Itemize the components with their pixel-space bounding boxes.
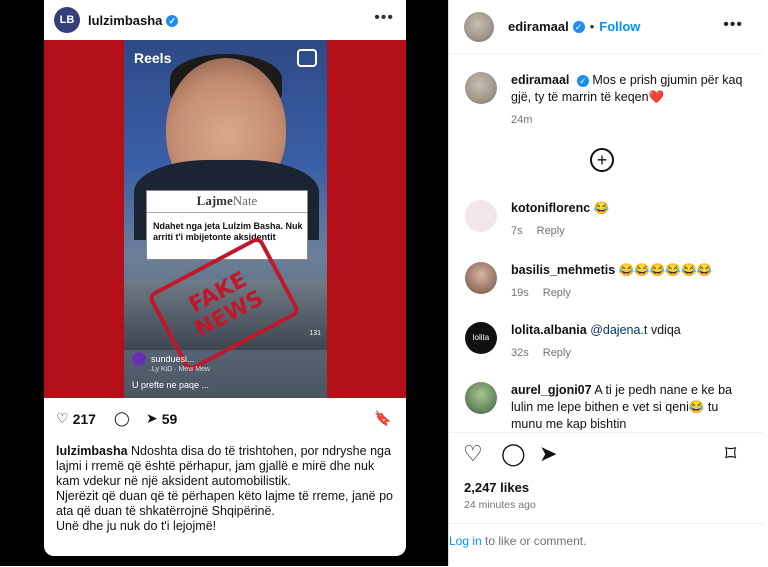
embedded-username: lulzimbasha ✓ [88,13,179,28]
reel-username: sunduesi... [151,354,195,364]
reply-button[interactable]: Reply [537,225,565,237]
comment-username[interactable]: ediramaal [511,73,569,87]
avatar[interactable]: lolita [465,322,497,354]
verified-icon: ✓ [166,15,179,28]
list-item: lolita lolita.albania @dajena.t vdiqa 32… [465,322,755,362]
caption-comment: ediramaal ✓ Mos e prish gjumin për kaq g… [465,72,755,129]
avatar[interactable] [464,11,494,42]
login-link[interactable]: Log in [449,534,482,548]
post-header: ediramaal ✓ • Follow ••• [449,0,763,54]
comment-username[interactable]: aurel_gjoni07 [511,383,592,397]
bookmark-icon: 🔖 [374,410,392,426]
comment-time: 7s [511,225,523,237]
reel-user-row: sunduesi... [132,352,195,366]
reel-caption: U prefte ne paqe ... [132,380,210,390]
heart-icon[interactable]: ♡ [463,441,483,467]
login-prompt-text: to like or comment. [485,534,587,548]
follow-button[interactable]: Follow [599,19,640,34]
embedded-actions: ♡ 217 ◯ ➤ 59 🔖 [44,404,406,436]
bookmark-icon[interactable]: ⌑ [725,441,736,467]
heart-icon: ♡ 217 [56,410,96,427]
post-actions: ♡ ◯ ➤ ⌑ [449,432,763,477]
embedded-post-card: LB lulzimbasha ✓ ••• Reels LajmeNate Ndah… [44,0,406,556]
comment-username[interactable]: kotoniflorenc [511,201,590,215]
avatar: LB [54,7,80,33]
share-icon[interactable]: ➤ [539,441,557,467]
avatar[interactable] [465,200,497,232]
comment-username[interactable]: basilis_mehmetis [511,263,615,277]
avatar[interactable] [465,72,497,104]
post-timestamp: 24 minutes ago [464,499,536,511]
news-headline: Ndahet nga jeta Lulzim Basha. Nuk arriti… [153,221,303,242]
verified-icon: ✓ [576,74,589,87]
reel-counter: 131 [309,330,321,337]
verified-icon: ✓ [572,20,585,33]
comments-panel: ediramaal ✓ • Follow ••• ediramaal ✓ Mos… [448,0,763,566]
reel-screenshot: Reels LajmeNate Ndahet nga jeta Lulzim B… [124,40,327,398]
avatar[interactable] [465,382,497,414]
embedded-post-header: LB lulzimbasha ✓ ••• [44,0,406,40]
comment-mention[interactable]: @dajena.t [590,323,647,337]
shares-count: 59 [161,410,178,427]
reply-button[interactable]: Reply [543,347,571,359]
list-item: kotoniflorenc 😂 7s Reply [465,200,755,240]
list-item: basilis_mehmetis 😂😂😂😂😂😂 19s Reply [465,262,755,302]
comment-time: 19s [511,287,529,299]
news-overlay: LajmeNate Ndahet nga jeta Lulzim Basha. … [146,190,308,260]
comment-icon: ◯ [114,410,130,426]
reply-button[interactable]: Reply [543,287,571,299]
comment-text: vdiqa [650,323,681,337]
header-username[interactable]: ediramaal [508,19,569,34]
comment-username[interactable]: lolita.albania [511,323,587,337]
comment-text: 😂😂😂😂😂😂 [618,263,713,277]
separator-dot: • [589,19,595,34]
avatar[interactable] [465,262,497,294]
comment-text: 😂 [593,201,610,215]
likes-count[interactable]: 2,247 likes [464,480,529,495]
likes-count: 217 [72,410,96,427]
comment-icon[interactable]: ◯ [501,441,526,467]
more-options-icon: ••• [374,9,394,26]
embedded-caption: lulzimbasha Ndoshta disa do të trishtohe… [56,444,394,533]
camera-icon [297,49,317,67]
news-brand: LajmeNate [147,193,307,213]
avatar [132,352,146,366]
reel-music-label: ..Ly KiD · Mew Mew [148,366,210,373]
more-options-icon[interactable]: ••• [723,16,743,34]
login-prompt: Log in to like or comment. [449,523,763,567]
list-item: aurel_gjoni07 A ti je pedh nane e ke ba … [465,382,755,430]
comment-thread[interactable]: ediramaal ✓ Mos e prish gjumin për kaq g… [449,54,763,430]
reels-tab-label: Reels [134,50,172,66]
load-more-comments-icon[interactable]: + [590,148,614,172]
comment-time: 24m [511,114,533,126]
share-icon: ➤ 59 [146,410,178,427]
post-media-area: LB lulzimbasha ✓ ••• Reels LajmeNate Ndah… [0,0,448,566]
comment-time: 32s [511,347,529,359]
